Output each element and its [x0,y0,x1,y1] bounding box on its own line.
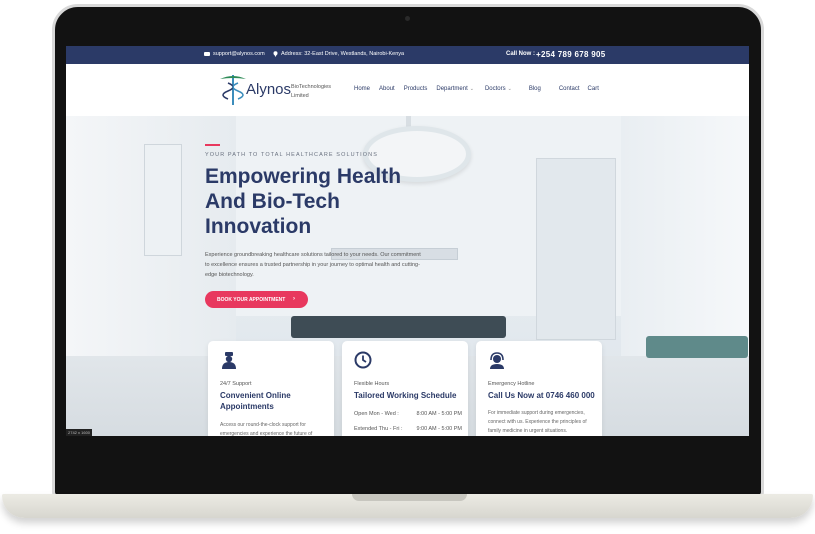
brand-tagline: BioTechnologies Limited [291,83,349,101]
resolution-badge: 2742 x 1600 [66,429,93,436]
nav-menu: Home About Products Department ⌄ Doctors… [354,86,599,92]
schedule-hours: 9:00 AM - 5:00 PM [416,426,462,432]
chevron-right-icon: › [293,296,295,302]
call-now-label: Call Now : [506,51,536,57]
nav-item-department[interactable]: Department [436,86,467,92]
doctor-icon [222,352,236,369]
schedule-row: Open Mon - Wed : 8:00 AM - 5:00 PM [354,411,462,417]
brand-name[interactable]: Alynos [246,81,291,98]
tagline-line-2: Limited [291,93,309,99]
book-appointment-label: BOOK YOUR APPOINTMENT [217,296,286,303]
schedule-hours: 8:00 AM - 5:00 PM [416,411,462,417]
card-label: Emergency Hotline [488,381,535,387]
chevron-down-icon: ⌄ [469,86,474,92]
book-appointment-button[interactable]: BOOK YOUR APPOINTMENT › [205,291,308,308]
hero-bg-door [536,158,616,340]
hero-accent-line [205,144,220,146]
hero-title: Empowering Health And Bio-Tech Innovatio… [205,165,402,238]
laptop-base [2,494,813,518]
schedule-day: Extended Thu - Fri : [354,426,403,432]
hero-kicker: YOUR PATH TO TOTAL HEALTHCARE SOLUTIONS [205,152,378,158]
card-emergency-hotline[interactable]: Emergency Hotline Call Us Now at 0746 46… [476,341,602,436]
chat-icon [204,51,210,56]
main-navbar: Alynos BioTechnologies Limited Home Abou… [66,64,749,116]
webcam [405,16,410,21]
card-label: 24/7 Support [220,381,252,387]
nav-item-products[interactable]: Products [404,86,428,92]
card-online-appointments[interactable]: 24/7 Support Convenient Online Appointme… [208,341,334,436]
nav-item-home[interactable]: Home [354,86,370,92]
clock-icon [354,351,372,369]
top-contact-bar: support@alynos.com Address: 32-East Driv… [66,46,749,64]
address: Address: 32-East Drive, Westlands, Nairo… [273,51,404,57]
card-body: Access our round-the-clock support for e… [220,422,313,436]
hero-bg-operating-table [291,316,506,338]
card-working-schedule[interactable]: Flexible Hours Tailored Working Schedule… [342,341,468,436]
nav-item-contact[interactable]: Contact [559,86,580,92]
address-text: Address: 32-East Drive, Westlands, Nairo… [281,51,405,57]
base-notch [352,494,467,501]
card-label: Flexible Hours [354,381,390,387]
hero-bg-cabinet [144,144,182,256]
schedule-row: Extended Thu - Fri : 9:00 AM - 5:00 PM [354,426,462,432]
nav-item-cart[interactable]: Cart [588,86,599,92]
email-text: support@alynos.com [213,51,265,57]
location-pin-icon [273,51,278,57]
tagline-line-1: BioTechnologies [291,84,332,90]
nav-item-blog[interactable]: Blog [529,86,541,92]
card-title: Tailored Working Schedule [354,391,457,400]
nav-item-about[interactable]: About [379,86,395,92]
hero-bg-bed [646,336,748,358]
browser-screen: support@alynos.com Address: 32-East Driv… [66,46,749,436]
hero-description: Experience groundbreaking healthcare sol… [205,252,421,278]
card-title: Call Us Now at 0746 460 000 [488,391,595,400]
nav-item-doctors[interactable]: Doctors [485,86,506,92]
phone-number-link[interactable]: +254 789 678 905 [536,50,606,59]
hero-section: YOUR PATH TO TOTAL HEALTHCARE SOLUTIONS … [66,116,749,436]
card-body: For immediate support during emergencies… [488,410,587,434]
card-title: Convenient Online Appointments [220,391,291,411]
chevron-down-icon: ⌄ [507,86,512,92]
headset-icon [490,352,504,369]
email-link[interactable]: support@alynos.com [204,51,265,57]
schedule-day: Open Mon - Wed : [354,411,399,417]
